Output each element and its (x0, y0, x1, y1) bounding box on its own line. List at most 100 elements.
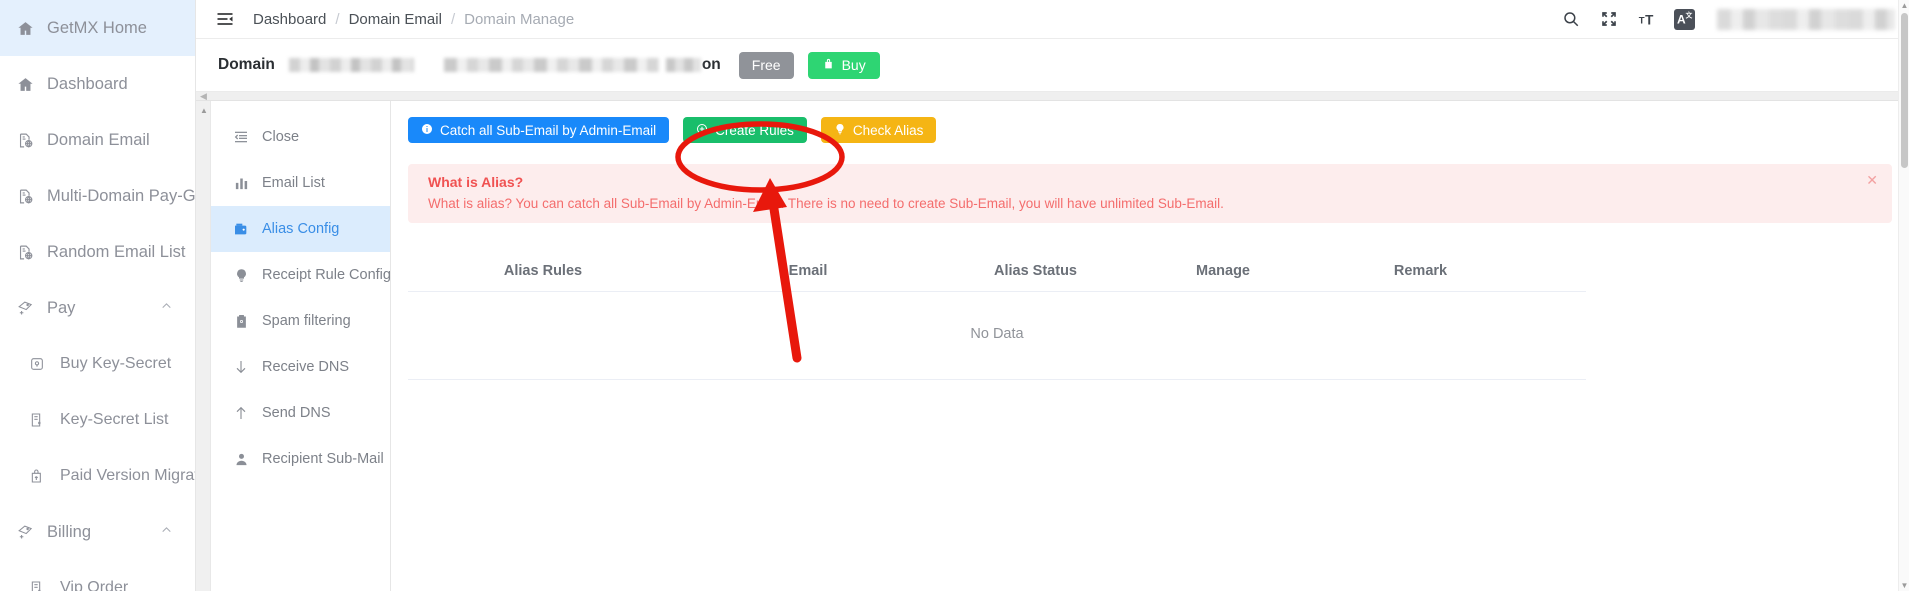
sidebar-item-domain-email[interactable]: Domain Email (0, 112, 195, 168)
what-is-alias-alert: What is Alias? What is alias? You can ca… (408, 164, 1892, 223)
button-label: Create Rules (715, 122, 794, 138)
scroll-up-icon[interactable]: ▲ (1900, 0, 1909, 11)
sidebar-item-key-secret-list[interactable]: Key-Secret List (0, 392, 195, 448)
tab-label: Receive DNS (262, 359, 350, 375)
tab-receive-dns[interactable]: Receive DNS (211, 344, 390, 390)
tab-label: Close (262, 129, 300, 145)
sidebar-item-label: Pay (47, 298, 76, 317)
create-rules-button[interactable]: Create Rules (683, 117, 807, 143)
breadcrumb-item-domain-manage: Domain Manage (464, 10, 575, 28)
domain-summary-bar: Domain on Free Buy (196, 39, 1909, 92)
tab-label: Receipt Rule Config (262, 267, 391, 283)
catch-all-sub-email-button[interactable]: Catch all Sub-Email by Admin-Email (408, 117, 670, 143)
scrollbar-thumb[interactable] (1901, 13, 1908, 168)
tab-send-dns[interactable]: Send DNS (211, 390, 390, 436)
domain-name-masked-part2 (443, 58, 659, 72)
svg-text:T: T (1638, 15, 1644, 26)
clipboard-x-icon (231, 314, 251, 329)
fullscreen-icon[interactable] (1598, 8, 1620, 30)
sidebar-item-label: Buy Key-Secret (60, 355, 172, 372)
list-icon (24, 412, 50, 428)
chevron-up-icon (160, 523, 173, 542)
sidebar-item-getmx-home[interactable]: GetMX Home (0, 0, 195, 56)
tab-label: Spam filtering (262, 313, 351, 329)
sidebar-item-label: Multi-Domain Pay-Group (47, 186, 196, 205)
domain-name-tail: on (701, 56, 721, 73)
column-header-remark: Remark (1393, 262, 1448, 279)
tab-receipt-rule-config[interactable]: Receipt Rule Config (211, 252, 391, 298)
tab-close[interactable]: Close (211, 114, 390, 160)
plan-free-badge-button[interactable]: Free (738, 51, 794, 79)
domain-icon (12, 132, 38, 149)
tab-spam-filtering[interactable]: Spam filtering (211, 298, 390, 344)
tag-icon (12, 524, 38, 541)
sidebar-item-label: Random Email List (47, 242, 186, 261)
hamburger-collapse-icon[interactable] (214, 8, 236, 30)
app-root: GetMX Home Dashboard Domain Email Multi-… (0, 0, 1909, 591)
bulb-icon (231, 268, 251, 283)
alias-config-panel: Catch all Sub-Email by Admin-Email Creat… (391, 101, 1909, 591)
domain-name-masked-part3 (665, 58, 701, 72)
table-empty-state: No Data (408, 292, 1586, 380)
breadcrumb: Dashboard / Domain Email / Domain Manage (253, 11, 574, 28)
alert-description: What is alias? You can catch all Sub-Ema… (428, 196, 1224, 211)
buy-button-label: Buy (841, 57, 866, 73)
tab-label: Alias Config (262, 221, 340, 237)
scroll-down-icon[interactable]: ▼ (1900, 580, 1909, 591)
tabs-scroll-strip[interactable]: ▲ (196, 101, 211, 591)
column-header-manage: Manage (1196, 262, 1250, 279)
check-alias-button[interactable]: Check Alias (820, 117, 937, 143)
tag-icon (12, 300, 38, 317)
button-label: Catch all Sub-Email by Admin-Email (440, 122, 657, 138)
sidebar-item-multi-domain-pay-group[interactable]: Multi-Domain Pay-Group (0, 168, 195, 224)
sidebar-item-paid-version-migration[interactable]: Paid Version Migration (0, 448, 195, 504)
close-icon[interactable]: ✕ (1866, 173, 1878, 187)
page-vertical-scrollbar[interactable]: ▲ ▼ (1898, 0, 1909, 591)
font-size-icon[interactable]: T T (1636, 8, 1658, 30)
sidebar-item-vip-order[interactable]: Vip Order (0, 560, 195, 591)
alias-rules-table: Alias Rules Email Alias Status Manage Re… (408, 250, 1586, 380)
sidebar-group-billing[interactable]: Billing (0, 504, 195, 560)
sidebar-item-dashboard[interactable]: Dashboard (0, 56, 195, 112)
main-area: Dashboard / Domain Email / Domain Manage (196, 0, 1909, 591)
alert-title: What is Alias? (428, 174, 524, 190)
svg-text:A: A (1677, 13, 1686, 27)
column-header-alias-rules: Alias Rules (503, 262, 583, 279)
column-header-alias-status: Alias Status (994, 262, 1077, 279)
domain-icon (12, 188, 38, 205)
tab-recipient-sub-mail[interactable]: Recipient Sub-Mail (211, 436, 390, 482)
tab-label: Email List (262, 175, 325, 191)
sidebar-item-label: Domain Email (47, 130, 150, 149)
svg-text:文: 文 (1685, 11, 1692, 20)
domain-name-masked-part1 (288, 58, 414, 72)
svg-text:T: T (1645, 12, 1654, 27)
lock-bag-icon (822, 57, 835, 73)
content-region: ▲ Close Email List Alias Config Receipt … (196, 101, 1909, 591)
domain-label: Domain (218, 56, 275, 73)
scroll-up-icon[interactable]: ▲ (200, 106, 208, 115)
wallet-icon (231, 221, 251, 237)
user-icon (231, 452, 251, 467)
home-icon (12, 76, 38, 93)
breadcrumb-separator: / (450, 10, 456, 28)
home-icon (12, 20, 38, 37)
horizontal-scrollbar-top[interactable]: ◀ ▶ (196, 91, 1909, 101)
language-switch-icon[interactable]: A 文 (1674, 8, 1695, 30)
sidebar-item-random-email-list[interactable]: Random Email List (0, 224, 195, 280)
sidebar-item-label: Vip Order (60, 579, 129, 591)
tab-alias-config[interactable]: Alias Config (211, 206, 390, 252)
arrow-up-icon (231, 405, 251, 421)
sidebar-group-pay[interactable]: Pay (0, 280, 195, 336)
buy-button[interactable]: Buy (807, 51, 880, 79)
collapse-left-icon (231, 129, 251, 145)
search-icon[interactable] (1560, 8, 1582, 30)
breadcrumb-item-dashboard[interactable]: Dashboard (253, 11, 326, 28)
alias-action-buttons: Catch all Sub-Email by Admin-Email Creat… (408, 117, 1892, 143)
scroll-left-icon[interactable]: ◀ (200, 91, 207, 101)
user-account-label[interactable] (1717, 8, 1895, 30)
sidebar-item-buy-key-secret[interactable]: Buy Key-Secret (0, 336, 195, 392)
tab-email-list[interactable]: Email List (211, 160, 390, 206)
breadcrumb-separator: / (335, 10, 340, 28)
sidebar-item-label: GetMX Home (47, 18, 147, 37)
breadcrumb-item-domain-email[interactable]: Domain Email (349, 11, 442, 28)
